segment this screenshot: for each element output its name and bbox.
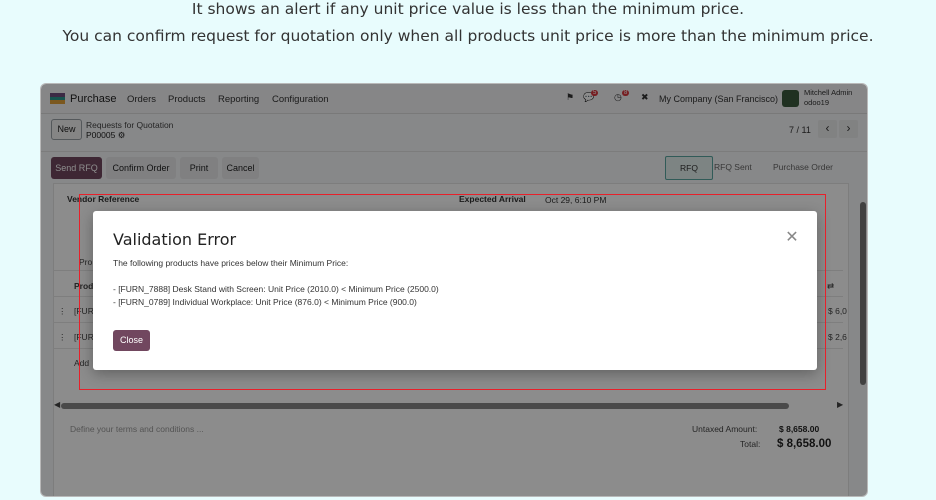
caption-line-2: You can confirm request for quotation on… (62, 27, 874, 45)
highlight-annotation-box (79, 194, 826, 390)
app-window: Purchase Orders Products Reporting Confi… (40, 83, 868, 497)
caption-line-1: It shows an alert if any unit price valu… (191, 0, 745, 18)
